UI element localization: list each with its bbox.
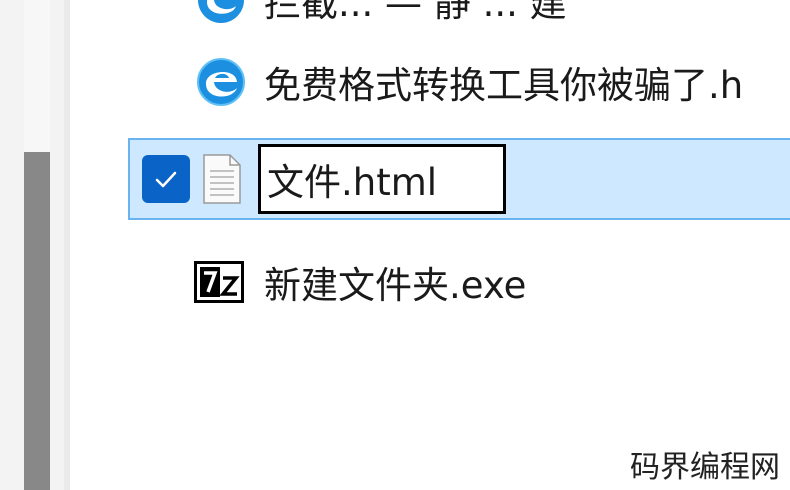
checkmark-icon — [155, 171, 177, 188]
file-row[interactable]: 新建文件夹.exe — [128, 240, 790, 324]
file-list: 拦截... — 静 ... 建 免费格式转换工具你被骗了.h 文件.html 新… — [70, 0, 790, 490]
edge-icon — [198, 0, 244, 23]
7z-icon — [194, 261, 244, 303]
row-checkbox[interactable] — [142, 155, 190, 203]
file-name: 新建文件夹.exe — [264, 264, 527, 307]
edge-icon — [197, 58, 245, 106]
nav-scrollbar-thumb[interactable] — [24, 152, 50, 490]
document-icon — [203, 154, 241, 204]
file-row-selected[interactable] — [128, 138, 790, 220]
file-name: 免费格式转换工具你被骗了.h — [264, 64, 744, 107]
watermark: 码界编程网 — [630, 450, 780, 485]
file-name: 拦截... — 静 ... 建 — [264, 0, 567, 25]
file-row[interactable]: 免费格式转换工具你被骗了.h — [128, 40, 790, 124]
rename-input[interactable] — [258, 144, 506, 214]
file-row[interactable]: 拦截... — 静 ... 建 — [128, 0, 790, 42]
